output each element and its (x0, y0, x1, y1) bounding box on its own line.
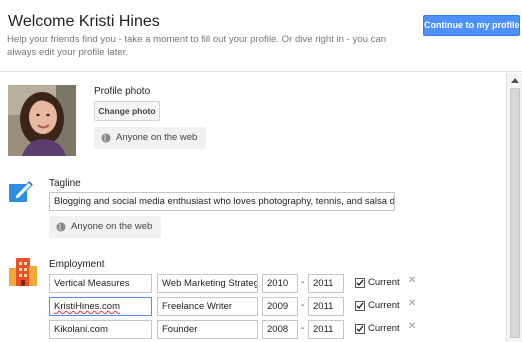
current-label: Current (368, 323, 400, 334)
continue-to-profile-button[interactable]: Continue to my profile (423, 15, 520, 36)
employment-company-input[interactable]: KristiHines.com (49, 297, 152, 316)
profile-photo-label: Profile photo (94, 86, 151, 97)
photo-visibility-button[interactable]: Anyone on the web (94, 127, 206, 149)
current-checkbox[interactable] (355, 301, 365, 311)
current-label: Current (368, 300, 400, 311)
current-checkbox[interactable] (355, 324, 365, 334)
remove-row-close-icon[interactable]: ✕ (408, 321, 416, 332)
employment-title-input[interactable]: Web Marketing Strateg (157, 274, 258, 293)
welcome-header: Welcome Kristi Hines Help your friends f… (0, 0, 522, 72)
page-subtitle: Help your friends find you - take a mome… (7, 34, 387, 58)
profile-photo (8, 85, 76, 156)
tagline-visibility-button[interactable]: Anyone on the web (49, 216, 161, 238)
tagline-label: Tagline (49, 178, 81, 189)
page-title: Welcome Kristi Hines (8, 13, 160, 30)
tagline-pencil-icon (8, 178, 34, 204)
globe-icon (101, 133, 111, 143)
scroll-up-arrow-icon[interactable] (511, 78, 519, 83)
current-checkbox[interactable] (355, 278, 365, 288)
year-range-dash: - (301, 300, 305, 311)
tagline-input[interactable]: Blogging and social media enthusiast who… (49, 192, 395, 211)
employment-label: Employment (49, 259, 105, 270)
globe-icon (56, 222, 66, 232)
employment-building-icon (9, 258, 37, 288)
employment-company-text: KristiHines.com (54, 301, 120, 312)
employment-company-input[interactable]: Vertical Measures (49, 274, 152, 293)
employment-start-year-input[interactable]: 2008 (262, 320, 298, 339)
remove-row-close-icon[interactable]: ✕ (408, 298, 416, 309)
current-label: Current (368, 277, 400, 288)
scrollbar[interactable] (506, 73, 522, 342)
employment-start-year-input[interactable]: 2009 (262, 297, 298, 316)
employment-end-year-input[interactable]: 2011 (308, 274, 344, 293)
employment-company-input[interactable]: Kikolani.com (49, 320, 152, 339)
year-range-dash: - (301, 323, 305, 334)
photo-visibility-label: Anyone on the web (116, 132, 198, 143)
employment-title-input[interactable]: Freelance Writer (157, 297, 258, 316)
scrollbar-thumb[interactable] (510, 88, 520, 338)
remove-row-close-icon[interactable]: ✕ (408, 275, 416, 286)
employment-start-year-input[interactable]: 2010 (262, 274, 298, 293)
employment-end-year-input[interactable]: 2011 (308, 297, 344, 316)
tagline-visibility-label: Anyone on the web (71, 221, 153, 232)
employment-end-year-input[interactable]: 2011 (308, 320, 344, 339)
employment-title-input[interactable]: Founder (157, 320, 258, 339)
year-range-dash: - (301, 277, 305, 288)
change-photo-button[interactable]: Change photo (94, 101, 160, 121)
